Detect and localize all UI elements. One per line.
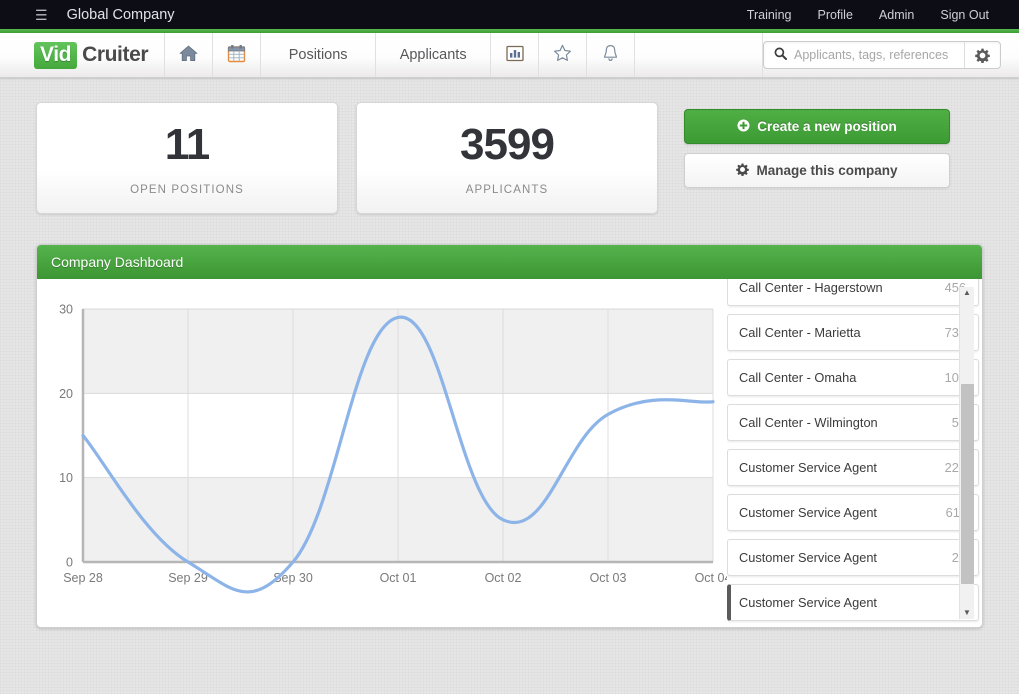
calendar-icon: [227, 44, 246, 67]
company-dashboard-panel: Company Dashboard 0102030Sep 28Sep 29Sep…: [36, 244, 983, 628]
stat-card-open-positions: 11 OPEN POSITIONS: [36, 102, 338, 214]
manage-company-button[interactable]: Manage this company: [684, 153, 950, 188]
top-bar: ☰ Global Company Training Profile Admin …: [0, 0, 1019, 29]
nav-positions[interactable]: Positions: [261, 33, 376, 77]
list-item[interactable]: Customer Service Agent25: [727, 539, 979, 576]
chart-svg: 0102030Sep 28Sep 29Sep 30Oct 01Oct 02Oct…: [37, 297, 727, 617]
svg-text:30: 30: [59, 303, 73, 317]
nav-home[interactable]: [165, 33, 213, 77]
list-item[interactable]: Call Center - Marietta731: [727, 314, 979, 351]
nav-applicants[interactable]: Applicants: [376, 33, 491, 77]
applicants-line-chart: 0102030Sep 28Sep 29Sep 30Oct 01Oct 02Oct…: [37, 279, 727, 627]
manage-company-label: Manage this company: [756, 163, 897, 178]
svg-text:Oct 03: Oct 03: [590, 571, 627, 585]
position-name: Customer Service Agent: [739, 505, 877, 520]
main-nav-bar: Vid Cruiter Positions: [0, 33, 1019, 78]
logo[interactable]: Vid Cruiter: [0, 33, 165, 77]
panel-body: 0102030Sep 28Sep 29Sep 30Oct 01Oct 02Oct…: [37, 279, 982, 627]
top-nav: Training Profile Admin Sign Out: [734, 8, 1002, 22]
search-area: [763, 41, 1001, 69]
nav-favorites[interactable]: [539, 33, 587, 77]
nav-notifications[interactable]: [587, 33, 635, 77]
home-icon: [179, 45, 198, 66]
stats-row: 11 OPEN POSITIONS 3599 APPLICANTS Create…: [36, 78, 983, 214]
list-item[interactable]: Call Center - Wilmington59: [727, 404, 979, 441]
hamburger-icon[interactable]: ☰: [35, 8, 48, 22]
position-name: Call Center - Wilmington: [739, 415, 878, 430]
top-nav-training[interactable]: Training: [734, 8, 805, 22]
list-item[interactable]: Customer Service Agent223: [727, 449, 979, 486]
stat-card-applicants: 3599 APPLICANTS: [356, 102, 658, 214]
star-icon: [553, 44, 572, 66]
nav-calendar[interactable]: [213, 33, 261, 77]
open-positions-label: OPEN POSITIONS: [37, 184, 337, 196]
action-buttons: Create a new position Manage this compan…: [684, 102, 950, 188]
search-box[interactable]: [763, 41, 1001, 69]
panel-title: Company Dashboard: [51, 254, 183, 270]
position-name: Call Center - Omaha: [739, 370, 856, 385]
svg-text:Sep 29: Sep 29: [168, 571, 208, 585]
search-settings-gear-icon[interactable]: [964, 42, 1000, 68]
gear-icon: [736, 163, 749, 179]
page-content: 11 OPEN POSITIONS 3599 APPLICANTS Create…: [0, 78, 1019, 628]
top-nav-profile[interactable]: Profile: [804, 8, 865, 22]
search-input[interactable]: [794, 48, 964, 62]
search-icon: [764, 47, 794, 63]
position-name: Customer Service Agent: [739, 550, 877, 565]
create-new-position-label: Create a new position: [757, 119, 897, 134]
list-item[interactable]: Customer Service Agent611: [727, 494, 979, 531]
top-nav-sign-out[interactable]: Sign Out: [927, 8, 1002, 22]
position-name: Customer Service Agent: [739, 460, 877, 475]
svg-text:Sep 28: Sep 28: [63, 571, 103, 585]
applicants-value: 3599: [357, 123, 657, 167]
positions-list-scroll: Call Center - Hagerstown456Call Center -…: [727, 279, 979, 627]
applicants-label: APPLICANTS: [357, 184, 657, 196]
scrollbar-track[interactable]: [960, 299, 974, 607]
bar-chart-icon: [506, 45, 524, 66]
svg-text:0: 0: [66, 556, 73, 570]
svg-text:20: 20: [59, 387, 73, 401]
list-item[interactable]: Customer Service Agent1: [727, 584, 979, 621]
position-name: Call Center - Marietta: [739, 325, 861, 340]
position-name: Customer Service Agent: [739, 595, 877, 610]
positions-list: Call Center - Hagerstown456Call Center -…: [727, 279, 982, 627]
svg-text:10: 10: [59, 471, 73, 485]
list-item[interactable]: Call Center - Omaha107: [727, 359, 979, 396]
create-new-position-button[interactable]: Create a new position: [684, 109, 950, 144]
nav-spacer: [635, 33, 763, 77]
top-nav-admin[interactable]: Admin: [866, 8, 927, 22]
scroll-up-arrow-icon[interactable]: ▲: [963, 287, 971, 299]
open-positions-value: 11: [37, 123, 337, 167]
scroll-down-arrow-icon[interactable]: ▼: [963, 607, 971, 619]
svg-text:Oct 02: Oct 02: [485, 571, 522, 585]
scrollbar-thumb[interactable]: [961, 384, 974, 584]
company-name: Global Company: [67, 7, 175, 23]
svg-text:Oct 01: Oct 01: [380, 571, 417, 585]
bell-icon: [602, 44, 619, 66]
logo-cruiter-text: Cruiter: [82, 43, 148, 67]
positions-scrollbar[interactable]: ▲ ▼: [959, 287, 974, 619]
panel-header: Company Dashboard: [37, 245, 982, 279]
list-item[interactable]: Call Center - Hagerstown456: [727, 279, 979, 306]
position-name: Call Center - Hagerstown: [739, 280, 883, 295]
plus-circle-icon: [737, 119, 750, 135]
logo-vid-text: Vid: [34, 42, 77, 69]
svg-text:Oct 04: Oct 04: [695, 571, 727, 585]
nav-reports[interactable]: [491, 33, 539, 77]
